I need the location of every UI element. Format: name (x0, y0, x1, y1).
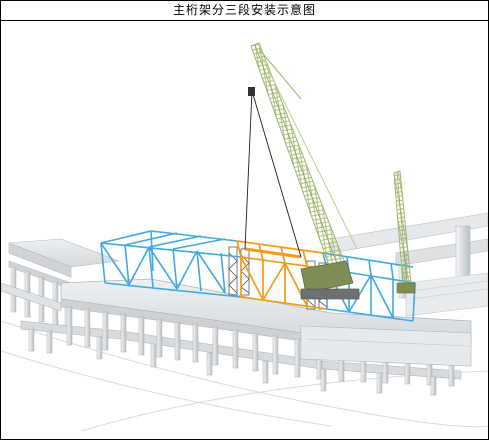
hoist-cables (244, 87, 302, 258)
figure-frame: 主桁架分三段安装示意图 (0, 0, 489, 440)
installation-illustration (1, 42, 488, 432)
figure-title: 主桁架分三段安装示意图 (1, 1, 488, 21)
